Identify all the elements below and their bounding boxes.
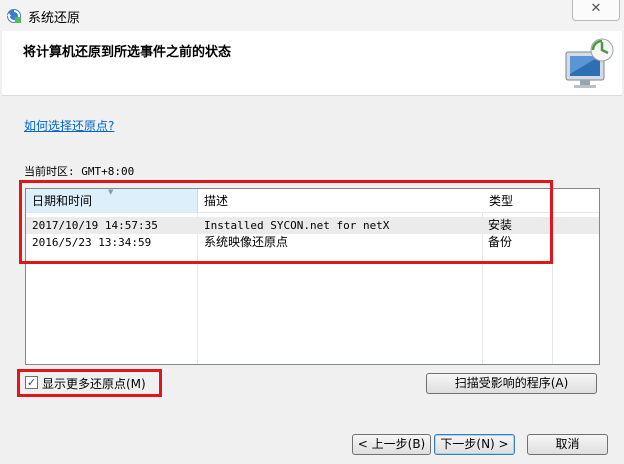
how-to-choose-link[interactable]: 如何选择还原点? [24,117,114,134]
restore-monitor-icon [565,38,614,88]
highlight-box-table [19,180,553,264]
next-button[interactable]: 下一步(N) > [434,434,515,455]
close-button[interactable]: ✕ [572,0,620,21]
title-bar: 系统还原 ✕ [0,0,624,31]
back-button[interactable]: < 上一步(B) [352,434,431,455]
highlight-box-checkbox [17,369,162,397]
window-title: 系统还原 [28,11,81,26]
scan-affected-programs-button[interactable]: 扫描受影响的程序(A) [426,373,597,394]
timezone-label: 当前时区: GMT+8:00 [24,165,135,178]
page-title: 将计算机还原到所选事件之前的状态 [23,45,232,60]
header-panel: 将计算机还原到所选事件之前的状态 [2,31,622,96]
system-restore-icon [7,9,21,23]
cancel-button[interactable]: 取消 [527,434,608,455]
